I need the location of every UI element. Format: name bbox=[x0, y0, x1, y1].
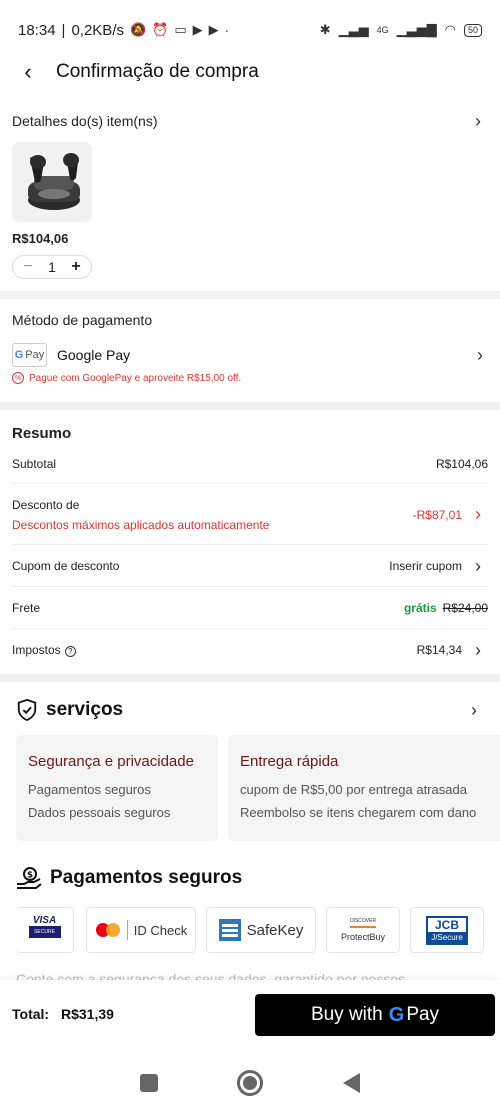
section-divider bbox=[0, 674, 500, 682]
promo-text: Pague com GooglePay e aproveite R$15,00 … bbox=[29, 372, 242, 384]
discover-protectbuy-logo: DISCOVER ProtectBuy bbox=[326, 907, 400, 953]
buy-label: Buy with bbox=[310, 1004, 383, 1025]
secure-payments-description: Conte com a segurança dos seus dados, ga… bbox=[16, 971, 406, 980]
network-speed: 0,2KB/s bbox=[71, 21, 124, 39]
buy-with-google-pay-button[interactable]: Buy with G Pay bbox=[255, 994, 495, 1036]
coupon-action: Inserir cupom bbox=[389, 559, 462, 573]
alarm-icon: ⏰ bbox=[152, 22, 169, 37]
monitor-icon: ▭ bbox=[174, 22, 187, 37]
service-card-title: Entrega rápida bbox=[240, 753, 339, 770]
discount-note: Descontos máximos aplicados automaticame… bbox=[12, 517, 270, 532]
shipping-row: Frete grátis R$24,00 bbox=[12, 588, 488, 629]
jcb-jsecure-logo: JCB J/Secure bbox=[410, 907, 484, 953]
secure-payment-hand-icon: $ bbox=[17, 867, 42, 889]
coupon-row[interactable]: Cupom de desconto Inserir cupom › bbox=[12, 546, 488, 587]
chevron-right-icon: › bbox=[475, 555, 481, 576]
system-navigation-bar bbox=[0, 1055, 500, 1111]
product-image[interactable] bbox=[12, 142, 92, 222]
discount-icon: % bbox=[12, 372, 24, 384]
checkout-bar: Total: R$31,39 Buy with G Pay bbox=[0, 980, 500, 1050]
decrease-button[interactable]: − bbox=[19, 258, 37, 276]
more-dot: · bbox=[224, 22, 229, 38]
chevron-right-icon: › bbox=[475, 110, 481, 131]
section-divider bbox=[0, 291, 500, 299]
recents-button[interactable] bbox=[139, 1074, 158, 1092]
home-button[interactable] bbox=[237, 1070, 264, 1096]
buy-pay-label: Pay bbox=[406, 1004, 440, 1025]
amex-safekey-logo: SafeKey bbox=[206, 907, 316, 953]
services-title: serviços bbox=[46, 699, 124, 720]
shipping-label: Frete bbox=[12, 601, 41, 615]
subtotal-label: Subtotal bbox=[12, 456, 57, 471]
total-display: Total: R$31,39 bbox=[12, 1006, 114, 1022]
google-pay-icon: G Pay bbox=[12, 343, 47, 367]
quantity-stepper: − 1 + bbox=[12, 255, 92, 279]
clock: 18:34 bbox=[18, 21, 56, 39]
signal-icon: ▁▃▅ bbox=[338, 22, 369, 37]
payment-method-row[interactable]: G Pay Google Pay › bbox=[12, 342, 490, 368]
help-icon[interactable]: ? bbox=[64, 646, 76, 657]
payment-section-title: Método de pagamento bbox=[12, 312, 153, 328]
taxes-label: Impostos bbox=[12, 643, 61, 657]
discount-label: Desconto de bbox=[12, 497, 80, 512]
battery-icon: 50 bbox=[463, 23, 482, 37]
youtube-icon-2: ▶ bbox=[208, 22, 219, 37]
total-value: R$31,39 bbox=[60, 1006, 114, 1022]
bluetooth-icon: ✱ bbox=[319, 22, 331, 37]
secure-payments-header: $ Pagamentos seguros bbox=[16, 866, 242, 890]
section-divider bbox=[0, 402, 500, 410]
shipping-free: grátis bbox=[403, 601, 437, 615]
wifi-icon: ◠ bbox=[444, 22, 456, 37]
subtotal-row: Subtotal R$104,06 bbox=[12, 444, 488, 484]
service-card-title: Segurança e privacidade bbox=[28, 753, 194, 770]
service-card-line: Dados pessoais seguros bbox=[28, 805, 171, 820]
increase-button[interactable]: + bbox=[67, 258, 85, 276]
total-label: Total: bbox=[12, 1006, 50, 1022]
shipping-original-price: R$24,00 bbox=[442, 601, 488, 615]
svg-text:$: $ bbox=[27, 871, 33, 881]
amex-icon bbox=[218, 919, 241, 941]
chevron-right-icon: › bbox=[471, 699, 477, 720]
services-header[interactable]: serviços › bbox=[0, 694, 500, 726]
page-title: Confirmação de compra bbox=[56, 61, 259, 82]
payment-promo: % Pague com GooglePay e aproveite R$15,0… bbox=[12, 372, 241, 384]
back-nav-button[interactable] bbox=[343, 1073, 361, 1093]
secure-payments-title: Pagamentos seguros bbox=[50, 867, 243, 888]
mastercard-id-check-logo: ID Check bbox=[86, 907, 196, 953]
shield-check-icon bbox=[17, 698, 37, 722]
items-section-title: Detalhes do(s) item(ns) bbox=[12, 113, 158, 129]
mastercard-icon bbox=[95, 923, 120, 937]
chevron-right-icon: › bbox=[475, 504, 481, 524]
discount-row[interactable]: Desconto de Descontos máximos aplicados … bbox=[12, 485, 488, 545]
summary-title: Resumo bbox=[12, 425, 72, 442]
subtotal-value: R$104,06 bbox=[435, 456, 488, 471]
service-card-line: cupom de R$5,00 por entrega atrasada bbox=[240, 782, 467, 797]
signal-icon-2: ▁▃▅▇ bbox=[396, 22, 437, 37]
chevron-right-icon: › bbox=[477, 344, 483, 365]
service-card-line: Reembolso se itens chegarem com dano bbox=[240, 805, 477, 820]
top-bar: ‹ Confirmação de compra bbox=[0, 48, 500, 96]
network-4g-label: 4G bbox=[376, 25, 389, 35]
google-g-icon: G bbox=[388, 1003, 405, 1026]
quantity-value: 1 bbox=[48, 259, 56, 275]
back-button[interactable]: ‹ bbox=[0, 48, 56, 96]
earbuds-image bbox=[12, 142, 92, 222]
service-card-delivery[interactable]: Entrega rápida cupom de R$5,00 por entre… bbox=[228, 735, 500, 841]
items-section-header[interactable]: Detalhes do(s) item(ns) › bbox=[0, 108, 500, 134]
chevron-left-icon: ‹ bbox=[24, 59, 32, 84]
discount-value: -R$87,01 bbox=[412, 507, 462, 522]
coupon-label: Cupom de desconto bbox=[12, 559, 120, 573]
service-card-line: Pagamentos seguros bbox=[28, 782, 151, 797]
chevron-right-icon: › bbox=[475, 639, 481, 660]
item-price: R$104,06 bbox=[12, 231, 69, 246]
taxes-row[interactable]: Impostos? R$14,34 › bbox=[12, 630, 488, 670]
payment-brands-row: VISA SECURE ID Check SafeKey DISCOVER Pr… bbox=[0, 907, 500, 955]
visa-secure-logo: VISA SECURE bbox=[16, 907, 74, 953]
payment-method-name: Google Pay bbox=[57, 347, 131, 363]
mute-icon: 🔕 bbox=[129, 22, 147, 37]
taxes-value: R$14,34 bbox=[416, 643, 462, 657]
youtube-icon: ▶ bbox=[192, 22, 203, 37]
service-card-security[interactable]: Segurança e privacidade Pagamentos segur… bbox=[16, 735, 218, 841]
